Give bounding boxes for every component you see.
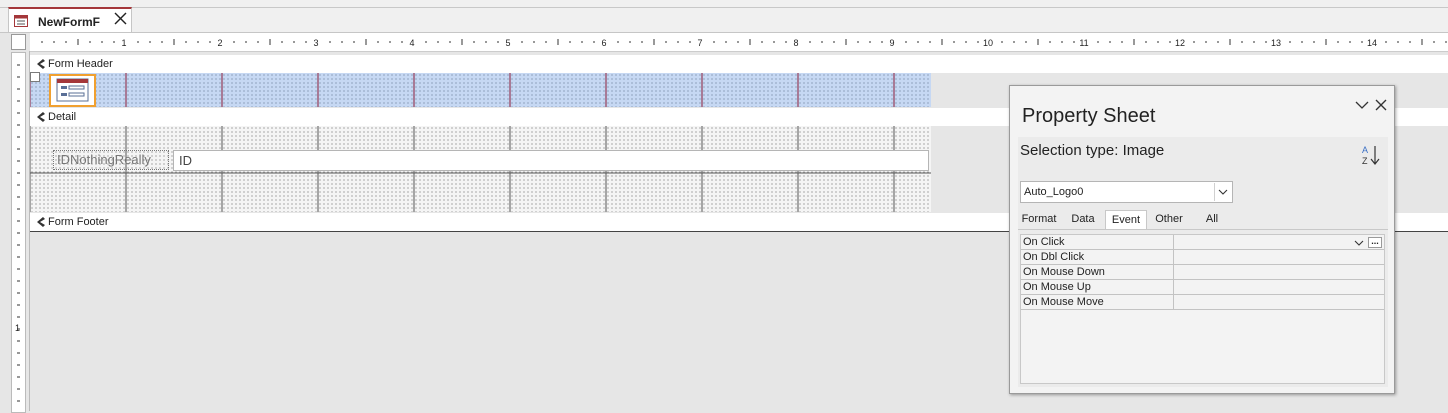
chevron-down-icon[interactable] — [1352, 238, 1366, 250]
ruler-label: 14 — [1367, 38, 1377, 48]
tab-strip-border — [0, 7, 1448, 8]
selection-type: Selection type: Image — [1020, 142, 1164, 159]
svg-text:Z: Z — [1362, 156, 1368, 166]
section-arrow-icon — [37, 217, 45, 227]
close-icon[interactable] — [1374, 98, 1388, 112]
form-footer-label: Form Footer — [48, 216, 109, 228]
property-grid: On Click ... On Dbl Click On Mouse Down … — [1020, 234, 1385, 384]
sort-ascending-icon[interactable]: A Z — [1358, 142, 1386, 168]
document-tab[interactable]: NewFormF — [8, 7, 132, 32]
property-name: On Mouse Up — [1021, 280, 1174, 294]
ruler-label: 7 — [697, 38, 702, 48]
property-row[interactable]: On Click ... — [1021, 235, 1384, 250]
property-value[interactable] — [1174, 280, 1384, 294]
tab-data[interactable]: Data — [1064, 210, 1102, 229]
ruler-label: 2 — [217, 38, 222, 48]
property-row[interactable]: On Dbl Click — [1021, 250, 1384, 265]
property-name: On Mouse Down — [1021, 265, 1174, 279]
chevron-down-icon[interactable] — [1355, 98, 1369, 112]
form-selector[interactable] — [11, 34, 26, 50]
property-row[interactable]: On Mouse Move — [1021, 295, 1384, 310]
property-name: On Click — [1021, 235, 1174, 249]
move-handle[interactable] — [30, 72, 40, 82]
ruler-label: 6 — [601, 38, 606, 48]
ruler-label: 10 — [983, 38, 993, 48]
property-value[interactable] — [1174, 250, 1384, 264]
ruler-label: 5 — [505, 38, 510, 48]
property-name: On Mouse Move — [1021, 295, 1174, 309]
grid-lines — [30, 73, 931, 212]
ruler-label: 4 — [409, 38, 414, 48]
object-selector[interactable]: Auto_Logo0 — [1020, 181, 1233, 203]
document-tab-strip — [0, 0, 1448, 33]
ruler-label: 1 — [15, 323, 20, 333]
property-value[interactable] — [1174, 265, 1384, 279]
property-name: On Dbl Click — [1021, 250, 1174, 264]
object-selector-value: Auto_Logo0 — [1024, 186, 1084, 198]
id-textbox-control[interactable]: ID — [173, 150, 929, 171]
ruler-label: 12 — [1175, 38, 1185, 48]
ruler-label: 1 — [121, 38, 126, 48]
svg-text:A: A — [1362, 145, 1368, 155]
chevron-down-icon[interactable] — [1214, 183, 1231, 201]
property-value[interactable] — [1174, 295, 1384, 309]
tab-divider — [1018, 229, 1388, 230]
ruler-label: 11 — [1079, 38, 1088, 48]
selection-type-value: Image — [1122, 142, 1165, 159]
horizontal-ruler[interactable]: 1 2 3 4 5 6 7 8 9 10 11 12 13 14 — [30, 33, 1448, 52]
tab-format[interactable]: Format — [1018, 210, 1060, 229]
property-sheet-panel: Property Sheet Selection type: Image A Z… — [1009, 85, 1395, 394]
document-tab-title: NewFormF — [38, 15, 101, 29]
tab-other[interactable]: Other — [1150, 210, 1188, 229]
property-row[interactable]: On Mouse Up — [1021, 280, 1384, 295]
form-header-section-bar[interactable]: Form Header — [30, 55, 1448, 74]
form-icon — [14, 15, 28, 27]
ruler-label: 13 — [1271, 38, 1281, 48]
tab-all[interactable]: All — [1194, 210, 1230, 229]
selection-type-label: Selection type: — [1020, 142, 1119, 159]
property-row[interactable]: On Mouse Down — [1021, 265, 1384, 280]
close-icon[interactable] — [112, 10, 129, 27]
form-header-label: Form Header — [48, 58, 113, 70]
section-arrow-icon — [37, 59, 45, 69]
vertical-ruler[interactable]: 1 — [11, 52, 26, 413]
ruler-label: 8 — [793, 38, 798, 48]
logo-image-control[interactable] — [49, 74, 96, 107]
ruler-label: 9 — [889, 38, 894, 48]
tab-event[interactable]: Event — [1105, 210, 1147, 229]
id-label-control[interactable]: IDNothingReally — [53, 150, 169, 170]
property-sheet-title: Property Sheet — [1022, 105, 1156, 127]
ruler-label: 3 — [313, 38, 318, 48]
build-button[interactable]: ... — [1368, 237, 1382, 248]
logo-icon — [56, 78, 89, 102]
